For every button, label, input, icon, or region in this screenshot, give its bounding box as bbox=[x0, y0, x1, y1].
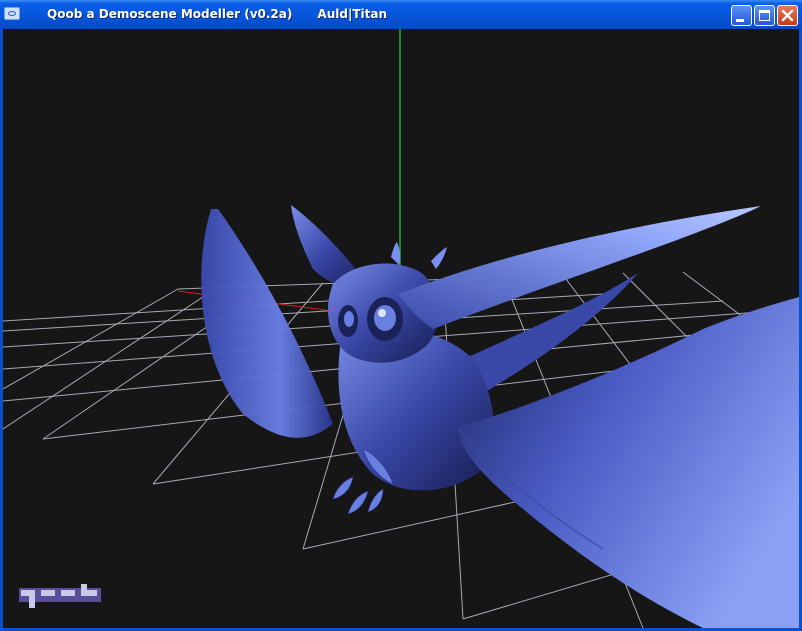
3d-viewport[interactable] bbox=[3, 29, 799, 628]
title-bar[interactable]: Qoob a Demoscene Modeller (v0.2a) Auld|T… bbox=[0, 0, 802, 29]
qoob-logo bbox=[19, 584, 101, 608]
maximize-icon bbox=[759, 10, 770, 21]
app-icon[interactable] bbox=[4, 7, 20, 20]
minimize-icon bbox=[736, 19, 744, 22]
close-icon bbox=[781, 9, 794, 22]
scene-render bbox=[3, 29, 799, 628]
minimize-button[interactable] bbox=[731, 5, 752, 26]
app-window: Qoob a Demoscene Modeller (v0.2a) Auld|T… bbox=[0, 0, 802, 631]
maximize-button[interactable] bbox=[754, 5, 775, 26]
window-title: Qoob a Demoscene Modeller (v0.2a) Auld|T… bbox=[47, 7, 388, 21]
close-button[interactable] bbox=[777, 5, 798, 26]
